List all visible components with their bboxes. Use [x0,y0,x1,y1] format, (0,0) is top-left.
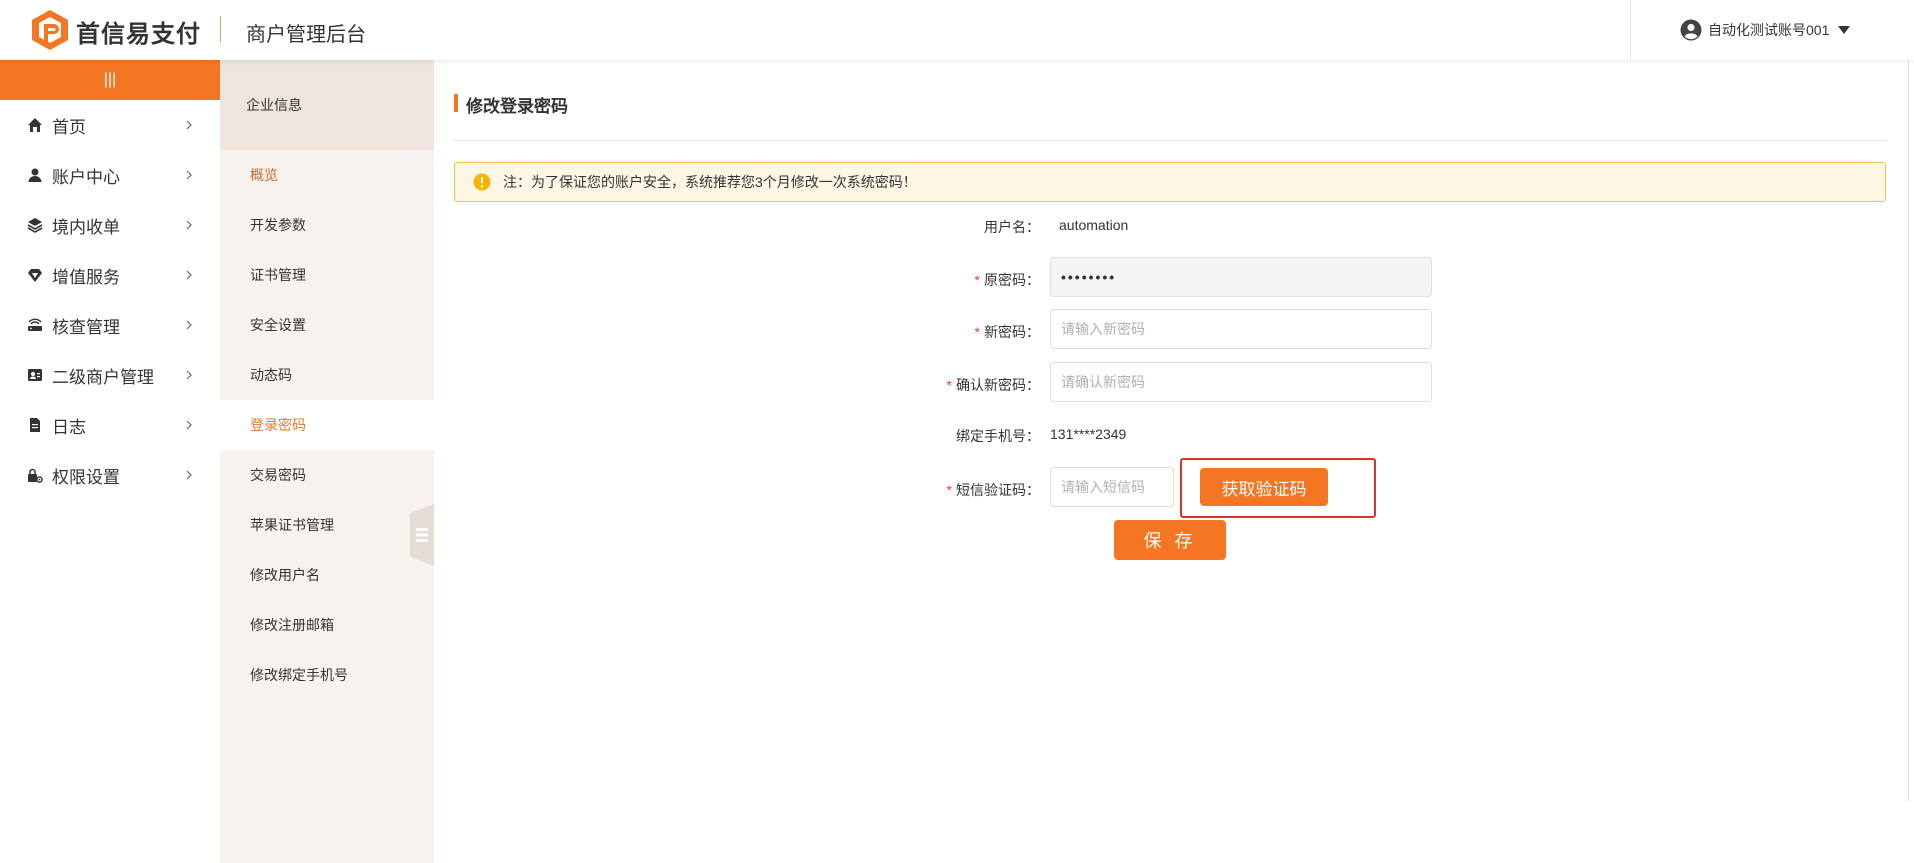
phone-label: 绑定手机号： [860,426,1040,446]
top-header: 首信易支付 商户管理后台 自动化测试账号001 [0,0,1914,60]
subnav-item-apple-certificates[interactable]: 苹果证书管理 [220,500,434,550]
nav-item-label: 境内收单 [52,217,120,237]
subnav-toggle-handle[interactable] [410,504,434,566]
new-password-label-text: 新密码： [984,324,1040,340]
subnav-item-security-settings[interactable]: 安全设置 [220,300,434,350]
subnav-item-overview[interactable]: 概览 [220,150,434,200]
chevron-right-icon [186,120,192,130]
phone-value: 131****2349 [1050,426,1127,442]
nav-item-value-added-services[interactable]: 增值服务 [0,250,220,300]
subnav-item-dev-params[interactable]: 开发参数 [220,200,434,250]
caret-down-icon [1838,26,1851,34]
chevron-right-icon [186,320,192,330]
subnav-title: 企业信息 [220,60,434,150]
confirm-password-input[interactable] [1050,362,1432,402]
brand-name: 首信易支付 [76,21,201,48]
brand-logo-icon [32,10,68,50]
old-password-input[interactable] [1050,257,1432,297]
nav-item-home[interactable]: 首页 [0,100,220,150]
old-password-label: * 原密码： [860,270,1040,290]
nav-item-label: 首页 [52,117,86,137]
subnav-item-dynamic-code[interactable]: 动态码 [220,350,434,400]
chevron-right-icon [186,170,192,180]
user-name: 自动化测试账号001 [1708,22,1830,38]
nav-item-label: 日志 [52,417,86,437]
subnav-item-transaction-password[interactable]: 交易密码 [220,450,434,500]
nav-item-permission-settings[interactable]: 权限设置 [0,450,220,500]
confirm-password-label-text: 确认新密码： [956,377,1040,393]
sub-navigation: 企业信息 概览 开发参数 证书管理 安全设置 动态码 登录密码 交易密码 苹果证… [220,60,434,863]
username-value: automation [1059,217,1129,233]
id-card-icon [26,366,44,384]
notice-text: 注：为了保证您的账户安全，系统推荐您3个月修改一次系统密码！ [503,174,917,190]
left-navigation: ||| 首页 账户中心 境内收单 增值服务 核查管理 二级商户管理 日志 权限设… [0,60,220,863]
title-divider [454,140,1886,141]
chevron-right-icon [186,420,192,430]
layers-icon [26,216,44,234]
required-mark: * [974,272,980,288]
page-title: 修改登录密码 [466,97,568,116]
required-mark: * [946,377,952,393]
phone-label-text: 绑定手机号： [956,428,1040,444]
subnav-item-change-email[interactable]: 修改注册邮箱 [220,600,434,650]
chevron-right-icon [186,470,192,480]
user-avatar-icon [1680,19,1702,41]
nav-item-account-center[interactable]: 账户中心 [0,150,220,200]
document-icon [26,416,44,434]
user-icon [26,166,44,184]
subnav-list: 概览 开发参数 证书管理 安全设置 动态码 登录密码 交易密码 苹果证书管理 修… [220,150,434,700]
app-subtitle: 商户管理后台 [246,24,366,46]
chevron-right-icon [186,270,192,280]
required-mark: * [946,482,952,498]
get-verification-code-button[interactable]: 获取验证码 [1200,468,1328,506]
nav-item-logs[interactable]: 日志 [0,400,220,450]
sms-code-label: * 短信验证码： [860,480,1040,500]
nav-item-label: 增值服务 [52,267,120,287]
chevron-right-icon [186,370,192,380]
confirm-password-label: * 确认新密码： [860,375,1040,395]
username-label: 用户名： [860,217,1040,237]
old-password-label-text: 原密码： [984,272,1040,288]
nav-item-label: 二级商户管理 [52,367,154,387]
nav-item-domestic-acquiring[interactable]: 境内收单 [0,200,220,250]
title-accent-bar [454,94,458,112]
content-right-border [1908,60,1909,802]
nav-item-sub-merchant-management[interactable]: 二级商户管理 [0,350,220,400]
subnav-item-certificates[interactable]: 证书管理 [220,250,434,300]
new-password-input[interactable] [1050,309,1432,349]
home-icon [26,116,44,134]
chevron-right-icon [186,220,192,230]
nav-item-label: 核查管理 [52,317,120,337]
sms-code-label-text: 短信验证码： [956,482,1040,498]
menu-collapse-button[interactable]: ||| [0,60,220,100]
main-menu: 首页 账户中心 境内收单 增值服务 核查管理 二级商户管理 日志 权限设置 [0,100,220,500]
warning-icon [473,173,491,191]
sms-code-input[interactable] [1050,467,1174,507]
required-mark: * [974,324,980,340]
menu-lines-icon [416,528,428,542]
header-divider [220,16,221,42]
subnav-item-login-password[interactable]: 登录密码 [220,400,434,450]
subnav-item-change-phone[interactable]: 修改绑定手机号 [220,650,434,700]
nav-item-label: 账户中心 [52,167,120,187]
security-notice: 注：为了保证您的账户安全，系统推荐您3个月修改一次系统密码！ [454,162,1886,202]
diamond-icon [26,266,44,284]
lock-gear-icon [26,466,44,484]
nav-item-label: 权限设置 [52,467,120,487]
user-menu[interactable]: 自动化测试账号001 [1680,18,1851,42]
router-icon [26,316,44,334]
save-button[interactable]: 保 存 [1114,520,1226,560]
new-password-label: * 新密码： [860,322,1040,342]
nav-item-verification-management[interactable]: 核查管理 [0,300,220,350]
header-separator [1630,0,1631,60]
main-content: 修改登录密码 注：为了保证您的账户安全，系统推荐您3个月修改一次系统密码！ 用户… [434,60,1914,863]
subnav-item-change-username[interactable]: 修改用户名 [220,550,434,600]
username-label-text: 用户名： [984,219,1040,235]
